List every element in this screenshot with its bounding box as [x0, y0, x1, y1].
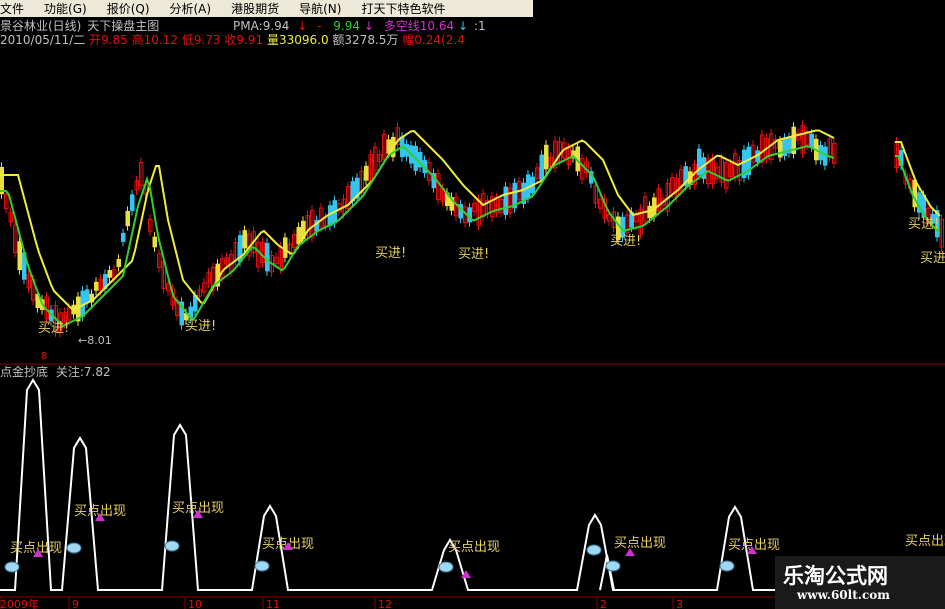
candle — [125, 210, 130, 227]
quote-date: 2010/05/11/二 — [0, 33, 86, 47]
signal-oval-marker — [4, 561, 20, 573]
buy-signal-label: 买进! — [38, 321, 69, 336]
pma2-value: 9.94 — [333, 19, 361, 33]
signal-oval-marker — [66, 542, 82, 554]
buy-signal-label: 买进! — [920, 251, 945, 266]
candle — [503, 186, 508, 216]
axis-label: 9 — [72, 598, 79, 609]
menu-special-software[interactable]: 打天下特色软件 — [351, 0, 455, 17]
close-price: 9.91 — [236, 33, 264, 47]
change: 0.24(2.4 — [414, 33, 465, 47]
low-price-label: ←8.01 — [78, 334, 112, 347]
candle — [809, 133, 814, 148]
time-axis: 2009年 9 10 11 12 2 3 — [0, 597, 683, 609]
signal-oval-marker — [605, 560, 621, 572]
pma-value: 9.94 — [262, 19, 290, 33]
pma-separator: - — [317, 19, 322, 33]
indicator-name: 点金抄底 — [0, 365, 49, 379]
trend-value: 10.64 — [419, 19, 455, 33]
watermark-logo: 乐淘公式网 www.60lt.com — [775, 556, 945, 609]
pma-label: PMA: — [233, 19, 263, 33]
indicator-marker: 8 — [41, 351, 48, 362]
menu-quote[interactable]: 报价(Q) — [97, 0, 160, 17]
candle — [364, 165, 369, 181]
axis-label: 3 — [676, 598, 683, 609]
chart-title-row: 景谷林业(日线) 天下操盘主图 PMA:9.94 ↓ - 9.94 ↓ 多空线1… — [0, 19, 486, 33]
signal-oval-marker — [586, 544, 602, 556]
signal-oval-marker — [254, 560, 270, 572]
axis-label: 2009年 — [0, 597, 39, 609]
axis-label: 12 — [378, 598, 392, 609]
menu-analysis[interactable]: 分析(A) — [160, 0, 222, 17]
signal-oval-marker — [438, 561, 454, 573]
quote-row: 2010/05/11/二 开9.85 高10.12 低9.73 收9.91 量3… — [0, 33, 465, 47]
focus-label: 关注: — [55, 365, 84, 379]
candle — [544, 144, 549, 170]
buy-signal-label: 买进! — [375, 246, 406, 261]
buy-signal-label: 买进! — [610, 234, 641, 249]
candle — [283, 237, 288, 258]
menu-file[interactable]: 文件 — [0, 0, 34, 17]
axis-label: 2 — [600, 598, 607, 609]
buy-signal-label: 买进! — [185, 319, 216, 334]
candle — [130, 194, 135, 212]
volume: 33096.0 — [278, 33, 329, 47]
buy-point-signal-label: 买点出现 — [614, 536, 666, 551]
menu-bar: 文件 功能(G) 报价(Q) 分析(A) 港股期货 导航(N) 打天下特色软件 — [0, 0, 533, 17]
chart-template-name: 天下操盘主图 — [87, 19, 160, 33]
stock-chart: 买进!买进!买进!买进!买进!买进!买进!←8.01 买点出现买点出现买点出现买… — [0, 120, 945, 609]
buy-signal-label: 买进! — [908, 217, 939, 232]
axis-label: 11 — [266, 598, 280, 609]
axis-label: 10 — [188, 598, 202, 609]
buy-point-signal-label: 买点出现 — [448, 540, 500, 555]
candle — [116, 259, 121, 267]
candle — [152, 236, 157, 248]
low-price: 9.73 — [193, 33, 221, 47]
candle — [121, 232, 126, 242]
buy-signal-label: 买进! — [458, 247, 489, 262]
candle — [94, 281, 99, 291]
candle — [778, 140, 783, 158]
stock-title: 景谷林业(日线) — [0, 19, 82, 33]
signal-oval-marker — [719, 560, 735, 572]
candle — [85, 289, 90, 304]
trend-label: 多空线 — [383, 19, 420, 33]
indicator-header: 点金抄底 关注:7.82 — [0, 365, 111, 379]
signal-oval-marker — [164, 540, 180, 552]
buy-point-signal-label: 买点出现 — [905, 534, 945, 549]
amount: 3278.5万 — [344, 33, 399, 47]
candle — [0, 166, 4, 195]
watermark-text: 乐淘公式网 — [783, 564, 888, 588]
candlesticks — [0, 120, 944, 338]
candle — [539, 154, 544, 181]
candle — [107, 270, 112, 278]
high-price: 10.12 — [143, 33, 178, 47]
menu-function[interactable]: 功能(G) — [34, 0, 97, 17]
watermark-url: www.60lt.com — [797, 588, 890, 602]
candle — [242, 230, 247, 249]
open-price: 9.85 — [101, 33, 128, 47]
candle — [265, 242, 270, 272]
focus-value: 7.82 — [83, 365, 111, 379]
candle — [296, 226, 301, 245]
menu-navigation[interactable]: 导航(N) — [289, 0, 351, 17]
candle — [17, 241, 22, 271]
menu-hk-futures[interactable]: 港股期货 — [221, 0, 289, 17]
